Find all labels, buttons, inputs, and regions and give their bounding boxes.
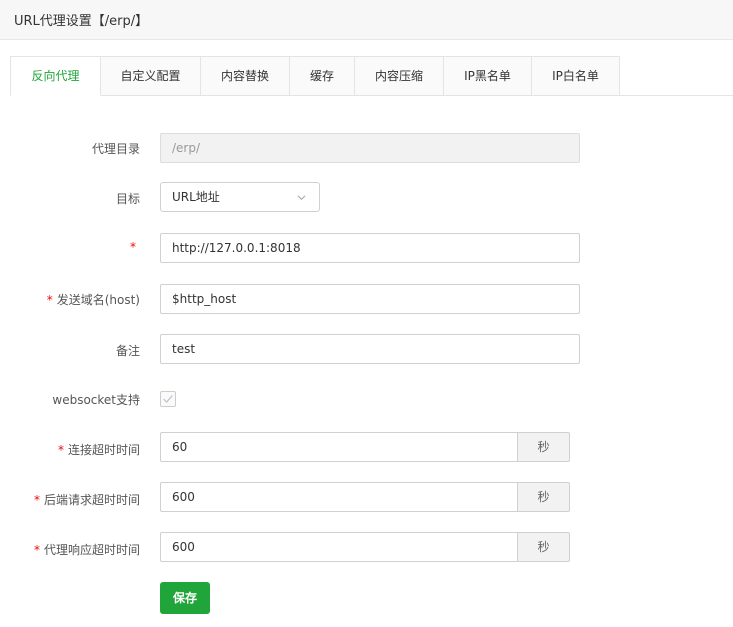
page-title: URL代理设置【/erp/】 <box>14 14 149 29</box>
response-timeout-input[interactable]: 600 <box>160 532 518 562</box>
backend-timeout-input[interactable]: 600 <box>160 482 518 512</box>
tab-content-compress[interactable]: 内容压缩 <box>355 56 444 96</box>
response-timeout-label-text: 代理响应超时时间 <box>43 543 140 557</box>
connect-timeout-label: * 连接超时时间 <box>0 441 140 458</box>
websocket-checkbox[interactable] <box>160 391 176 407</box>
required-mark: * <box>33 543 40 557</box>
check-icon <box>163 395 173 403</box>
required-mark: * <box>57 443 64 457</box>
chevron-down-icon <box>297 195 306 201</box>
target-select-value: URL地址 <box>172 190 220 204</box>
backend-timeout-label-text: 后端请求超时时间 <box>43 493 140 507</box>
websocket-label: websocket支持 <box>52 393 140 407</box>
save-button[interactable]: 保存 <box>160 582 210 614</box>
url-input[interactable]: http://127.0.0.1:8018 <box>160 233 580 263</box>
connect-timeout-unit: 秒 <box>517 432 570 462</box>
url-label: * <box>0 240 140 254</box>
required-mark: * <box>33 493 40 507</box>
tab-ip-whitelist[interactable]: IP白名单 <box>532 56 620 96</box>
target-select[interactable]: URL地址 <box>160 182 320 212</box>
backend-timeout-unit: 秒 <box>517 482 570 512</box>
host-input[interactable]: $http_host <box>160 284 580 314</box>
required-mark: * <box>46 293 53 307</box>
page-header: URL代理设置【/erp/】 <box>0 0 733 40</box>
proxy-dir-label: 代理目录 <box>91 142 140 156</box>
tab-content-replace[interactable]: 内容替换 <box>201 56 290 96</box>
remark-label: 备注 <box>115 344 140 358</box>
tab-reverse-proxy[interactable]: 反向代理 <box>10 56 101 96</box>
connect-timeout-label-text: 连接超时时间 <box>67 443 140 457</box>
required-mark: * <box>130 240 136 254</box>
connect-timeout-input[interactable]: 60 <box>160 432 518 462</box>
response-timeout-unit: 秒 <box>517 532 570 562</box>
remark-input[interactable]: test <box>160 334 580 364</box>
host-label-text: 发送域名(host) <box>56 293 140 307</box>
response-timeout-label: * 代理响应超时时间 <box>0 541 140 558</box>
tab-bar: 反向代理 自定义配置 内容替换 缓存 内容压缩 IP黑名单 IP白名单 <box>10 56 733 96</box>
target-label: 目标 <box>115 192 140 206</box>
tab-custom-config[interactable]: 自定义配置 <box>101 56 201 96</box>
tab-cache[interactable]: 缓存 <box>290 56 355 96</box>
proxy-dir-input: /erp/ <box>160 133 580 163</box>
tab-ip-blacklist[interactable]: IP黑名单 <box>444 56 532 96</box>
host-label: * 发送域名(host) <box>0 291 140 308</box>
backend-timeout-label: * 后端请求超时时间 <box>0 491 140 508</box>
